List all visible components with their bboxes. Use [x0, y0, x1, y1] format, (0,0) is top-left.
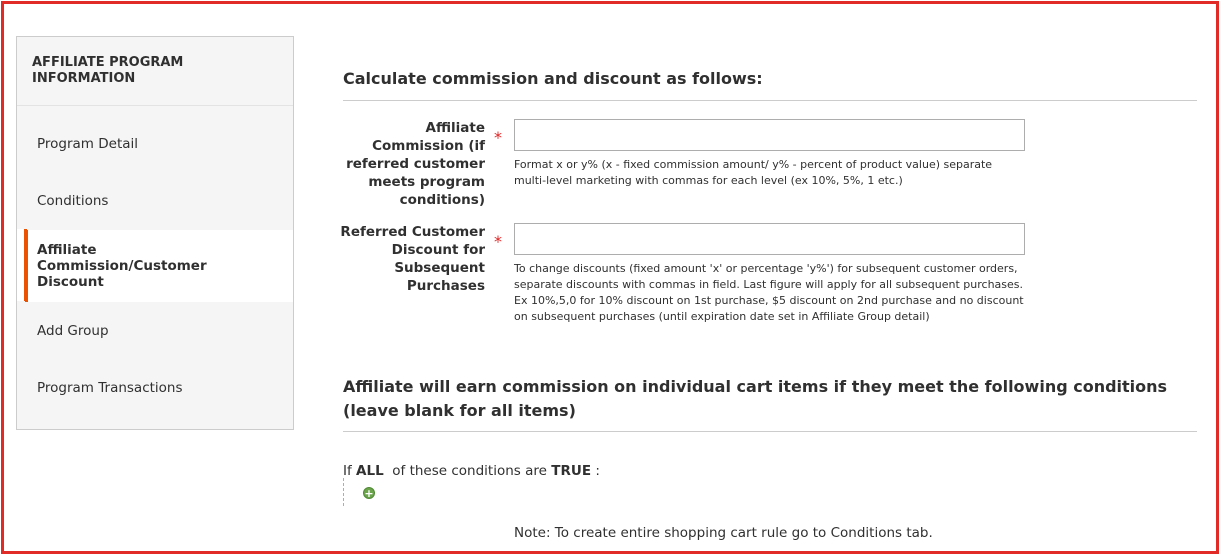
conditions-prefix: If: [343, 463, 352, 479]
sidebar-item-label: Conditions: [37, 193, 109, 209]
sidebar-active-accent: [24, 229, 27, 301]
value-selector[interactable]: TRUE: [551, 463, 591, 479]
sidebar-divider: [17, 105, 293, 106]
commission-note: Format x or y% (x - fixed commission amo…: [514, 158, 993, 187]
discount-label: Referred Customer Discount for Subsequen…: [340, 224, 485, 294]
sidebar-title: AFFILIATE PROGRAM INFORMATION: [32, 55, 184, 86]
discount-input[interactable]: [514, 223, 1025, 255]
sidebar-item-label: Affiliate Commission/Customer Discount: [37, 242, 207, 290]
add-condition-icon[interactable]: +: [363, 487, 375, 500]
section-divider: [343, 431, 1197, 432]
sidebar-item-label: Program Detail: [37, 136, 139, 152]
sidebar-item-commission-discount[interactable]: Affiliate Commission/Customer Discount: [25, 230, 293, 302]
commission-input[interactable]: [514, 119, 1025, 151]
conditions-tree-line: [343, 478, 345, 506]
conditions-middle: of these conditions are: [392, 463, 547, 479]
sidebar-item-label: Add Group: [37, 323, 109, 339]
sidebar-item-add-group[interactable]: Add Group: [17, 303, 293, 359]
section-title-conditions: Affiliate will earn commission on indivi…: [343, 377, 1168, 420]
section-divider: [343, 100, 1197, 101]
sidebar-item-program-transactions[interactable]: Program Transactions: [17, 360, 293, 416]
sidebar-item-program-detail[interactable]: Program Detail: [17, 116, 293, 172]
bottom-note: Note: To create entire shopping cart rul…: [514, 525, 933, 541]
sidebar-item-conditions[interactable]: Conditions: [17, 173, 293, 229]
required-marker: *: [494, 232, 502, 251]
conditions-statement: If ALL of these conditions are TRUE :: [343, 463, 600, 479]
sidebar: AFFILIATE PROGRAM INFORMATION Program De…: [16, 36, 294, 430]
sidebar-item-label: Program Transactions: [37, 380, 183, 396]
aggregator-selector[interactable]: ALL: [356, 463, 384, 479]
conditions-suffix: :: [595, 463, 600, 479]
discount-note: To change discounts (fixed amount 'x' or…: [514, 262, 1024, 323]
commission-label: Affiliate Commission (if referred custom…: [346, 120, 485, 208]
required-marker: *: [494, 128, 502, 147]
section-title-calculate: Calculate commission and discount as fol…: [343, 69, 763, 88]
